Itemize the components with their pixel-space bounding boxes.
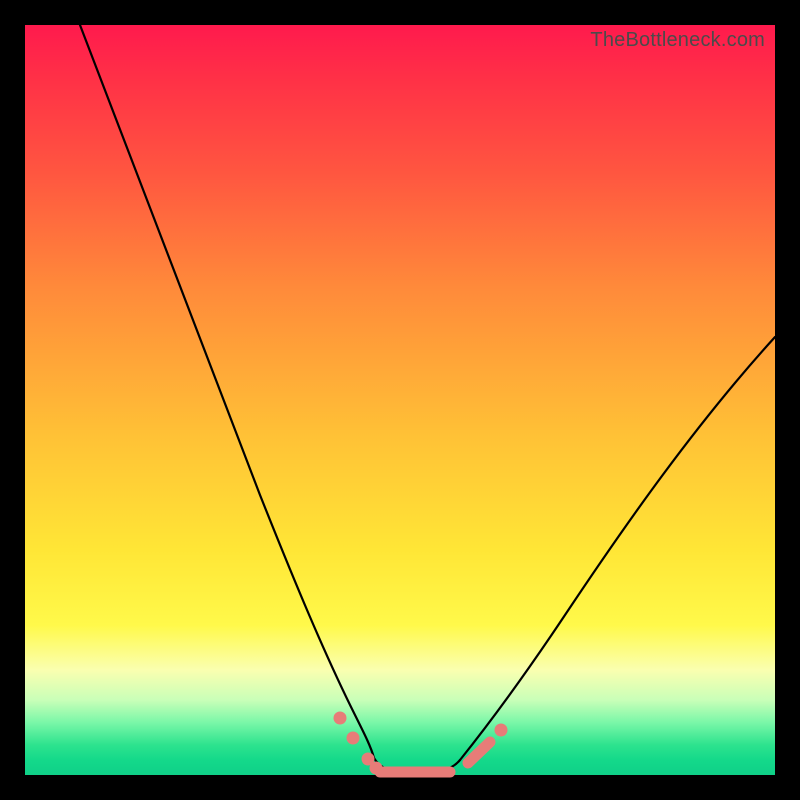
marker-right-1 (495, 724, 508, 737)
right-curve (460, 337, 775, 760)
marker-left-2 (347, 732, 360, 745)
chart-svg (25, 25, 775, 775)
marker-left-1 (334, 712, 347, 725)
outer-frame: TheBottleneck.com (0, 0, 800, 800)
left-curve (80, 25, 374, 758)
plot-area: TheBottleneck.com (25, 25, 775, 775)
